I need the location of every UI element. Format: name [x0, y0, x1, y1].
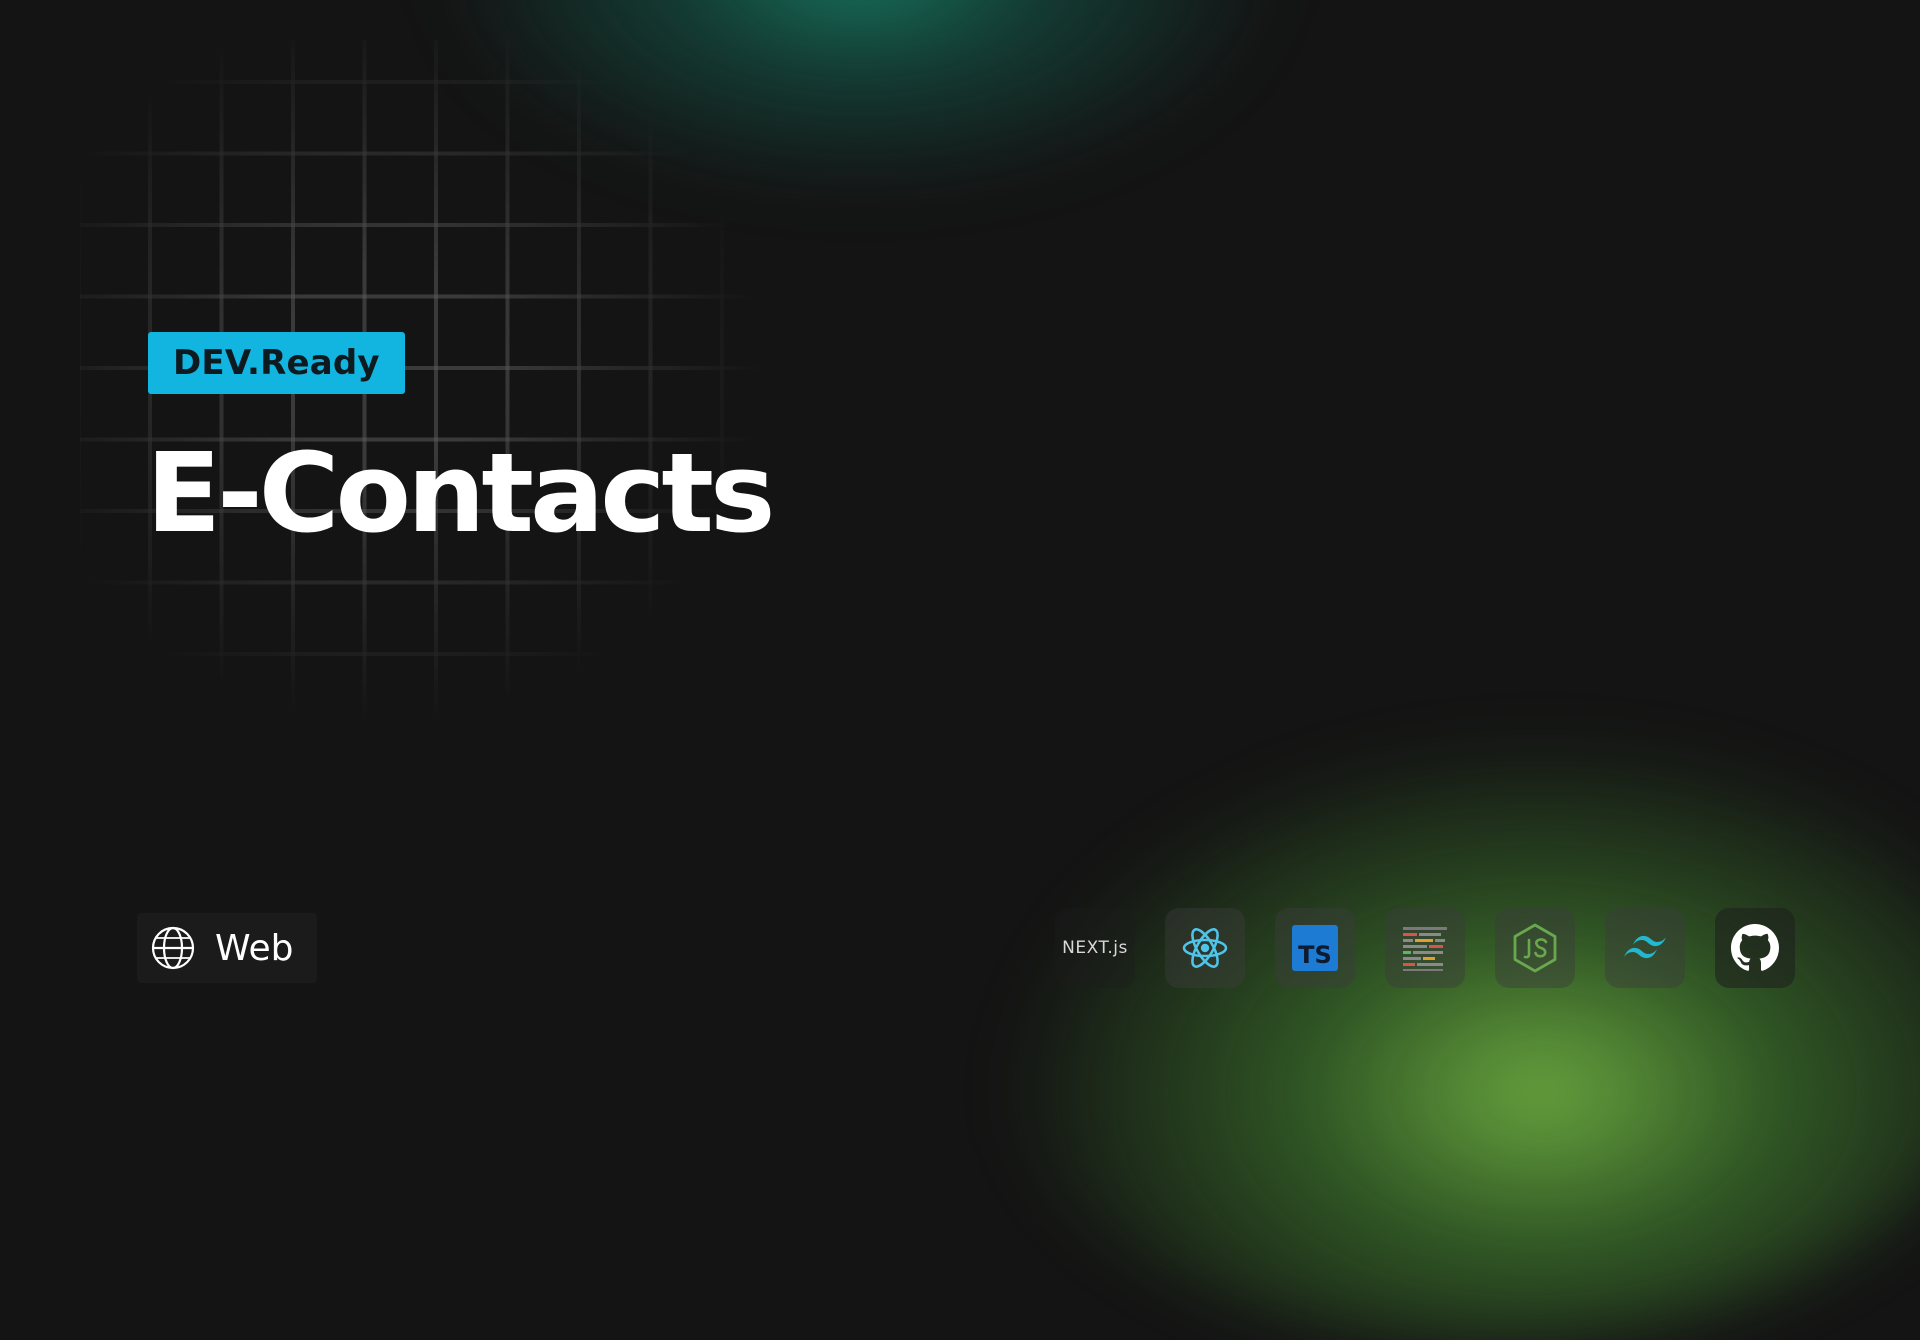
- nextjs-icon: NEXT.js: [1062, 938, 1128, 958]
- tech-tailwind: [1605, 908, 1685, 988]
- tech-nextjs: NEXT.js: [1055, 908, 1135, 988]
- tech-nodejs: [1495, 908, 1575, 988]
- nodejs-icon: [1513, 923, 1557, 973]
- platform-tag: Web: [137, 913, 317, 983]
- tech-react: [1165, 908, 1245, 988]
- platform-label: Web: [215, 927, 294, 969]
- react-icon: [1182, 928, 1228, 968]
- github-icon: [1731, 924, 1779, 971]
- globe-icon: [151, 926, 195, 970]
- typescript-icon: TS: [1292, 925, 1338, 971]
- bottom-glow: [980, 720, 1920, 1340]
- tech-typescript: TS: [1275, 908, 1355, 988]
- tailwind-icon: [1624, 935, 1666, 959]
- code-lines-icon: [1403, 927, 1447, 971]
- project-title: E-Contacts: [146, 429, 775, 557]
- dev-ready-badge: DEV.Ready: [148, 332, 405, 394]
- tech-github: [1715, 908, 1795, 988]
- tech-code: [1385, 908, 1465, 988]
